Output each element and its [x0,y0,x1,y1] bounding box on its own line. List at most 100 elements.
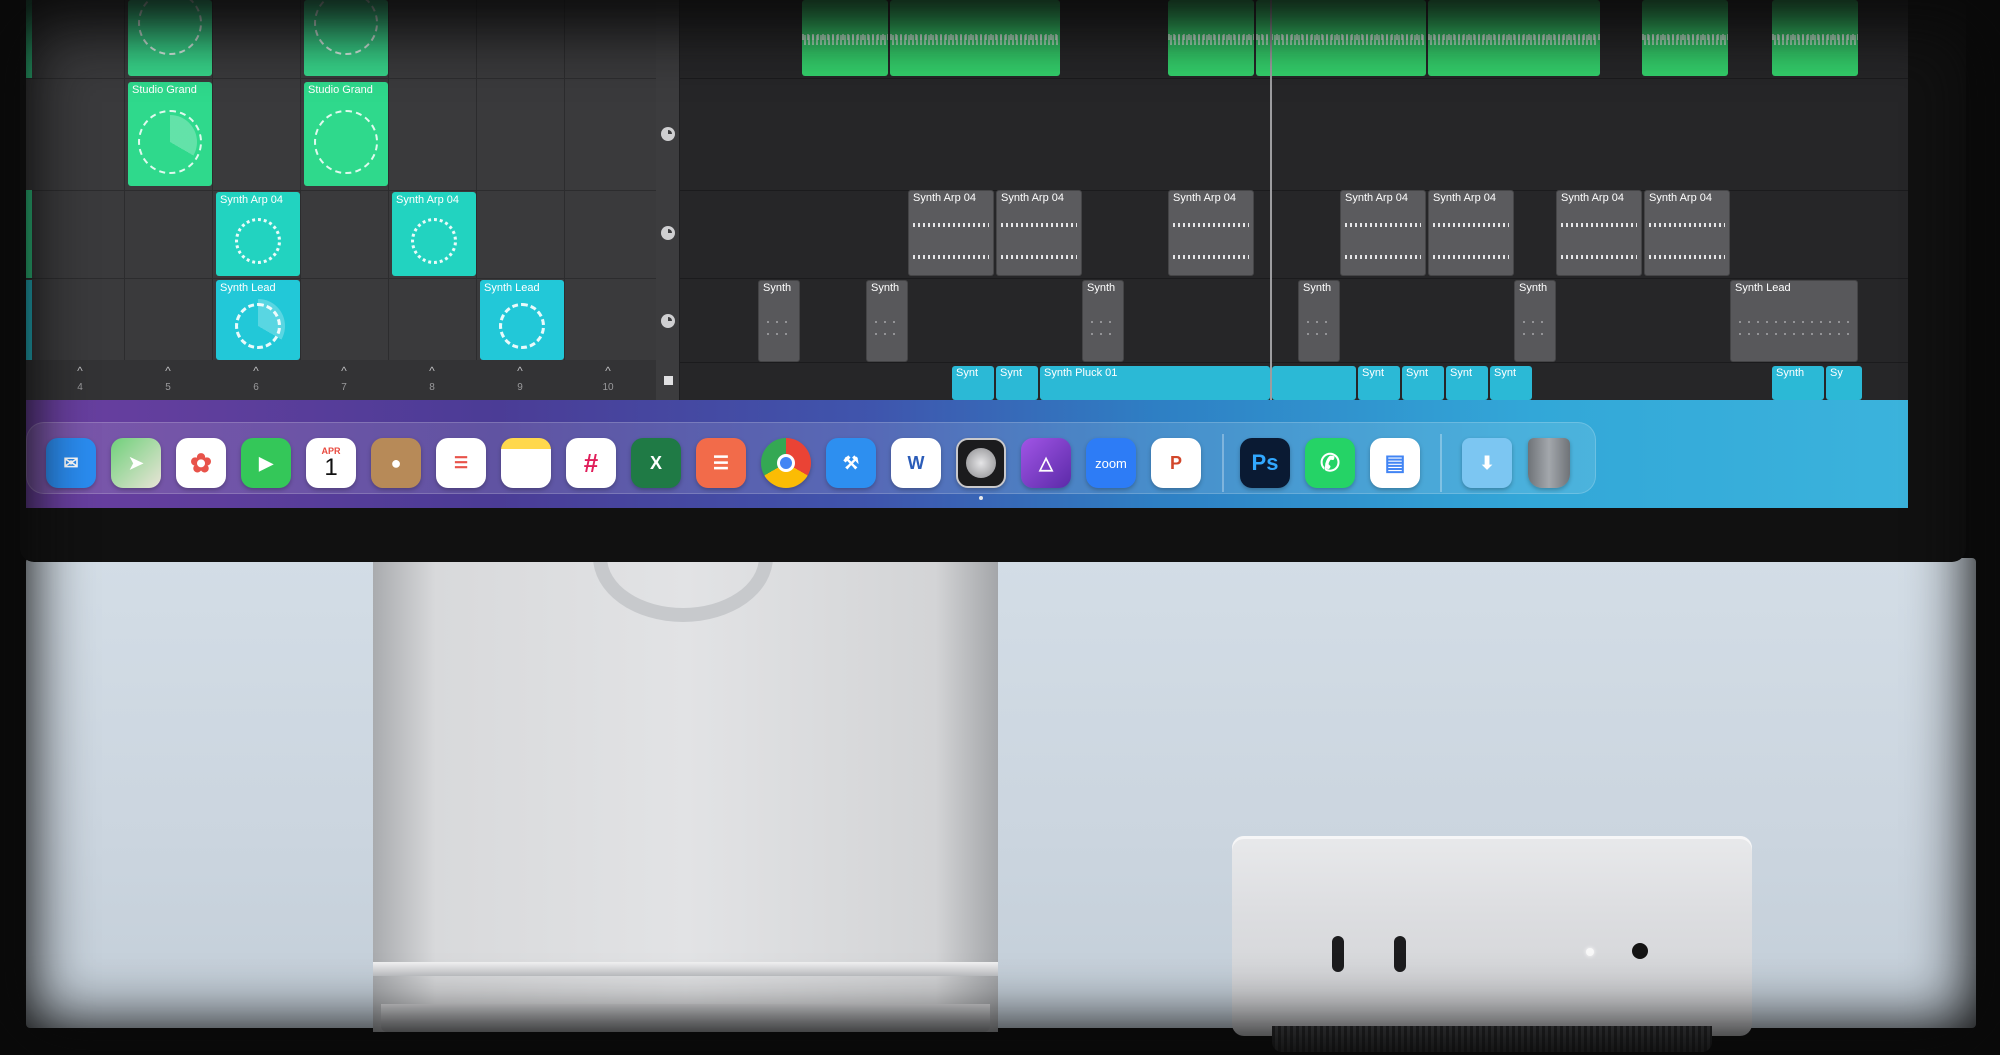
scene-trigger-chevron-icon[interactable]: ^ [422,364,442,378]
display-stand [373,492,998,1032]
grid-row-divider [26,190,656,191]
region-label: Synt [1000,367,1023,379]
live-loop-cell[interactable]: Synth Arp 04 [216,192,300,276]
power-led [1586,948,1594,956]
pluck-region[interactable]: Synth Pluck 01 [1040,366,1270,400]
waveform [913,255,989,259]
whatsapp-icon[interactable]: ✆ [1305,438,1355,488]
stop-icon[interactable] [664,376,673,385]
live-loop-cell[interactable] [304,0,388,76]
photoshop-label: Ps [1251,450,1279,475]
scene-trigger-chevron-icon[interactable]: ^ [598,364,618,378]
audio-region[interactable] [1772,0,1858,76]
contacts-icon[interactable]: ● [371,438,421,488]
notes-icon[interactable] [501,438,551,488]
affinity-icon[interactable]: △ [1021,438,1071,488]
track-trigger-icon[interactable] [661,314,675,328]
track-lane-divider [680,362,1908,363]
logic-icon[interactable] [956,438,1006,488]
arp-region[interactable]: Synth Arp 04 [1168,190,1254,276]
word-icon[interactable]: W [891,438,941,488]
scene-number: 6 [253,382,259,393]
audio-region[interactable] [802,0,888,76]
region-label: Synth [1303,282,1332,294]
track-trigger-icon[interactable] [661,127,675,141]
powerpoint-icon[interactable]: P [1151,438,1201,488]
zoom-label: zoom [1095,455,1127,471]
maps-icon[interactable]: ➤ [111,438,161,488]
audio-region[interactable] [1256,0,1426,76]
arp-region[interactable]: Synth Arp 04 [1644,190,1730,276]
midi-region[interactable]: Synth [1514,280,1556,362]
zoom-icon[interactable]: zoom [1086,438,1136,488]
midi-region[interactable]: Synth Lead [1730,280,1858,362]
midi-region[interactable]: Synth [758,280,800,362]
track-trigger-icon[interactable] [661,226,675,240]
midi-region[interactable]: Synth [1298,280,1340,362]
scene-trigger-chevron-icon[interactable]: ^ [70,364,90,378]
pluck-region[interactable]: Synt [1446,366,1488,400]
midi-region[interactable]: Synth [1082,280,1124,362]
waveform [1649,223,1725,227]
pluck-region[interactable]: Synt [1402,366,1444,400]
pluck-region[interactable]: Synt [1490,366,1532,400]
loop-progress-ring [411,217,457,264]
loop-progress-ring [138,0,202,55]
trash-icon[interactable] [1528,438,1570,488]
downloads-folder-icon[interactable]: ⬇ [1462,438,1512,488]
arp-region[interactable]: Synth Arp 04 [1556,190,1642,276]
calendar-icon[interactable]: APR 1 [306,438,356,488]
live-loop-cell[interactable]: Studio Grand [304,82,388,186]
arp-region[interactable]: Synth Arp 04 [1340,190,1426,276]
photos-icon[interactable]: ✿ [176,438,226,488]
excel-icon[interactable]: X [631,438,681,488]
playhead[interactable] [1270,0,1272,400]
scene-trigger-chevron-icon[interactable]: ^ [334,364,354,378]
midi-region[interactable]: Synth [866,280,908,362]
cell-label: Synth Arp 04 [396,194,459,206]
pluck-region[interactable]: Synth [1772,366,1824,400]
pluck-region[interactable] [1272,366,1356,400]
scene-trigger-chevron-icon[interactable]: ^ [246,364,266,378]
waveform [1433,255,1509,259]
usb-c-port [1394,936,1406,972]
pluck-region[interactable]: Synt [996,366,1038,400]
slack-icon[interactable]: # [566,438,616,488]
scene-trigger-chevron-icon[interactable]: ^ [510,364,530,378]
pluck-region[interactable]: Sy [1826,366,1862,400]
audio-region[interactable] [1642,0,1728,76]
audio-region[interactable] [1428,0,1600,76]
photoshop-icon[interactable]: Ps [1240,438,1290,488]
live-loop-cell[interactable]: Synth Lead [216,280,300,360]
audio-region[interactable] [1168,0,1254,76]
waveform [804,35,886,45]
waveform [1001,223,1077,227]
docs-icon[interactable]: ▤ [1370,438,1420,488]
scene-trigger-chevron-icon[interactable]: ^ [158,364,178,378]
live-loop-cell[interactable]: Synth Arp 04 [392,192,476,276]
stand-foot [381,1004,990,1032]
pluck-region[interactable]: Synt [1358,366,1400,400]
region-label: Synth Arp 04 [913,192,976,204]
waveform [1258,35,1424,45]
waveform [1649,255,1725,259]
region-label: Synth Arp 04 [1345,192,1408,204]
live-loop-cell[interactable]: Synth Lead [480,280,564,360]
live-loop-cell[interactable]: Studio Grand [128,82,212,186]
reminders-icon[interactable]: ☰ [436,438,486,488]
chrome-icon[interactable] [761,438,811,488]
audio-region[interactable] [890,0,1060,76]
dock: ✉ ➤ ✿ ▶ APR 1 ● ☰ # X ☰ ⚒ W △ zoom P Ps … [26,400,1908,508]
track-color-strip [26,280,32,360]
arp-region[interactable]: Synth Arp 04 [908,190,994,276]
arp-region[interactable]: Synth Arp 04 [1428,190,1514,276]
pluck-region[interactable]: Synt [952,366,994,400]
waveform [1345,255,1421,259]
arp-region[interactable]: Synth Arp 04 [996,190,1082,276]
live-loop-cell[interactable] [128,0,212,76]
speech-icon[interactable]: ☰ [696,438,746,488]
facetime-icon[interactable]: ▶ [241,438,291,488]
grid-column-divider [124,0,125,400]
xcode-icon[interactable]: ⚒ [826,438,876,488]
mail-icon[interactable]: ✉ [46,438,96,488]
